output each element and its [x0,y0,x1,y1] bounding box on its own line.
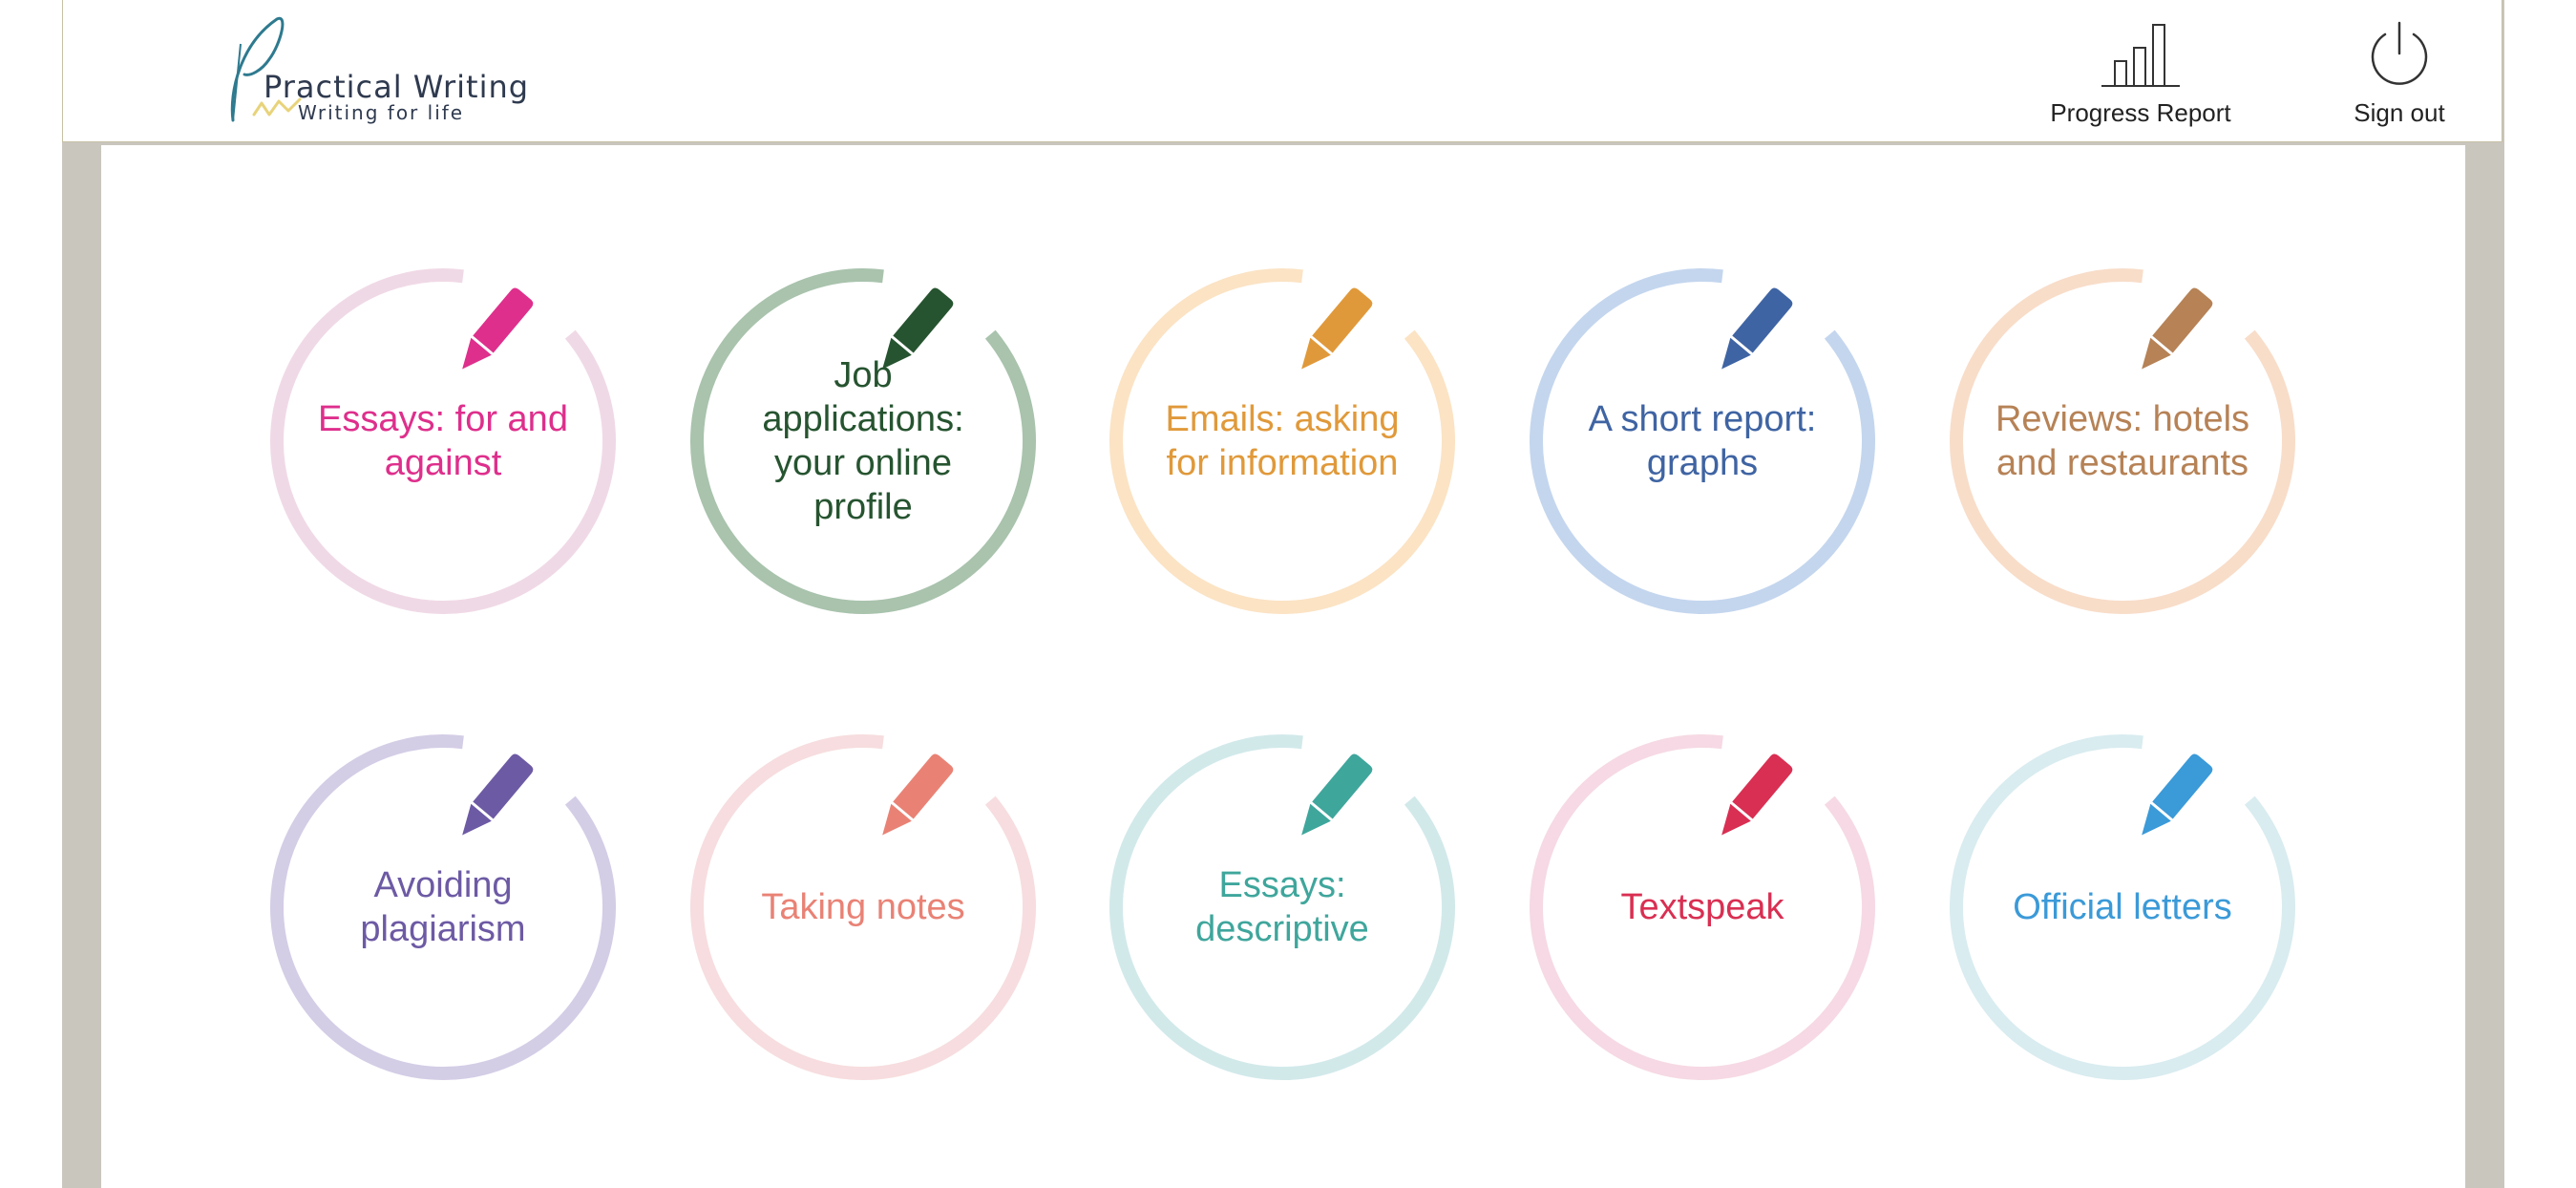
progress-report-label: Progress Report [2050,98,2231,127]
topic-title: Reviews: hotels and restaurants [1995,399,2250,483]
topic-title: Essays: for and against [318,399,568,483]
logo-tagline: Writing for life [298,101,465,124]
topic-card[interactable]: A short report: graphs [1516,255,1889,627]
logo[interactable]: Practical Writing Writing for life [222,15,530,130]
sign-out-button[interactable]: Sign out [2347,17,2452,128]
progress-report-button[interactable]: Progress Report [2045,17,2236,128]
topic-title: Job applications: your online profile [762,355,964,527]
topic-card[interactable]: Textspeak [1516,721,1889,1093]
topic-title: Textspeak [1620,887,1784,927]
topic-title: Official letters [2013,887,2232,927]
topic-card[interactable]: Avoiding plagiarism [257,721,629,1093]
bar-chart-icon [2101,24,2180,87]
sign-out-label: Sign out [2354,98,2445,127]
logo-title: Practical Writing [264,69,530,105]
topic-card[interactable]: Emails: asking for information [1096,255,1468,627]
topic-title: A short report: graphs [1588,399,1817,483]
top-header: Practical Writing Writing for life Progr… [62,0,2502,142]
topic-title: Essays: descriptive [1195,865,1369,949]
topic-card[interactable]: Job applications: your online profile [677,255,1049,627]
topic-card[interactable]: Official letters [1936,721,2309,1093]
topic-title: Emails: asking for information [1165,399,1400,483]
topic-card[interactable]: Essays: descriptive [1096,721,1468,1093]
topic-card[interactable]: Reviews: hotels and restaurants [1936,255,2309,627]
topic-card[interactable]: Essays: for and against [257,255,629,627]
topic-title: Taking notes [761,887,965,927]
topic-card[interactable]: Taking notes [677,721,1049,1093]
topic-title: Avoiding plagiarism [360,865,526,949]
power-icon [2371,21,2428,85]
